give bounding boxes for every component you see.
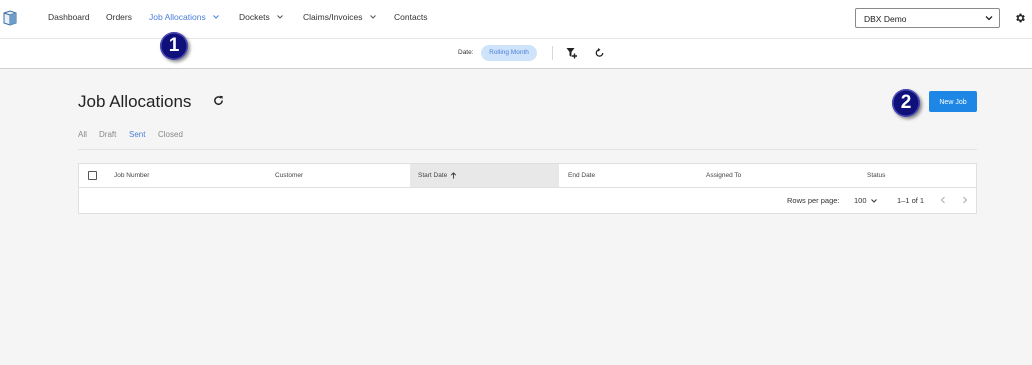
column-header-assigned-to[interactable]: Assigned To	[706, 172, 741, 179]
sort-ascending-icon	[451, 172, 457, 179]
column-header-label: Start Date	[418, 172, 448, 179]
tenant-select[interactable]: DBX Demo	[855, 8, 1000, 28]
tab-sent[interactable]: Sent	[129, 130, 145, 139]
tabs-divider	[78, 149, 977, 150]
pagination-range: 1–1 of 1	[897, 196, 925, 205]
rows-per-page-value: 100	[854, 196, 867, 205]
job-allocations-table: Job Number Customer Start Date End Date …	[78, 163, 977, 214]
chevron-down-icon	[985, 16, 993, 21]
column-header-label: End Date	[568, 172, 596, 179]
nav-dashboard-label: Dashboard	[48, 12, 90, 22]
nav-dockets[interactable]: Dockets	[239, 12, 284, 22]
chevron-down-icon	[369, 15, 376, 19]
tab-all[interactable]: All	[78, 130, 87, 139]
box-logo-icon[interactable]	[3, 10, 17, 26]
annotation-badge-2: 2	[892, 89, 920, 117]
filter-divider	[552, 46, 553, 60]
previous-page-icon[interactable]	[939, 196, 947, 204]
page-title: Job Allocations	[78, 92, 192, 111]
nav-contacts-label: Contacts	[394, 12, 428, 22]
column-header-job-number[interactable]: Job Number	[114, 172, 149, 179]
chevron-down-icon	[212, 15, 219, 19]
date-filter-label: Date:	[458, 49, 474, 56]
gear-icon[interactable]	[1014, 12, 1026, 24]
tab-closed[interactable]: Closed	[158, 130, 183, 139]
column-header-status[interactable]: Status	[867, 172, 885, 179]
chevron-down-icon	[870, 198, 877, 203]
column-header-label: Customer	[275, 172, 304, 179]
filter-bar: Date: Rolling Month	[0, 39, 1032, 69]
nav-orders[interactable]: Orders	[106, 12, 132, 22]
column-header-label: Status	[867, 172, 886, 179]
nav-claims-invoices-label: Claims/Invoices	[303, 12, 363, 22]
tenant-select-value: DBX Demo	[864, 14, 907, 24]
date-range-chip[interactable]: Rolling Month	[481, 45, 537, 61]
column-header-start-date[interactable]: Start Date	[418, 172, 457, 179]
rows-per-page-label: Rows per page:	[787, 196, 840, 205]
chevron-down-icon	[276, 15, 283, 19]
table-header: Job Number Customer Start Date End Date …	[79, 164, 976, 188]
nav-dashboard[interactable]: Dashboard	[48, 12, 90, 22]
new-job-button[interactable]: New Job	[929, 91, 977, 112]
nav-job-allocations-label: Job Allocations	[149, 12, 206, 22]
rows-per-page-select[interactable]: 100	[854, 196, 878, 205]
column-header-customer[interactable]: Customer	[275, 172, 303, 179]
refresh-icon[interactable]	[213, 95, 224, 106]
reset-icon[interactable]	[594, 47, 605, 58]
table-pagination: Rows per page: 100 1–1 of 1	[79, 187, 976, 213]
nav-orders-label: Orders	[106, 12, 132, 22]
column-header-label: Assigned To	[706, 172, 742, 179]
tab-draft[interactable]: Draft	[99, 130, 116, 139]
top-nav-bar: Dashboard Orders Job Allocations Dockets…	[0, 0, 1032, 39]
nav-claims-invoices[interactable]: Claims/Invoices	[303, 12, 377, 22]
column-header-label: Job Number	[114, 172, 150, 179]
column-header-end-date[interactable]: End Date	[568, 172, 595, 179]
nav-job-allocations[interactable]: Job Allocations	[149, 12, 220, 22]
filter-add-icon[interactable]	[566, 47, 578, 59]
next-page-icon[interactable]	[961, 196, 969, 204]
nav-dockets-label: Dockets	[239, 12, 270, 22]
annotation-badge-1: 1	[160, 32, 188, 60]
select-all-checkbox[interactable]	[88, 171, 97, 180]
nav-contacts[interactable]: Contacts	[394, 12, 428, 22]
